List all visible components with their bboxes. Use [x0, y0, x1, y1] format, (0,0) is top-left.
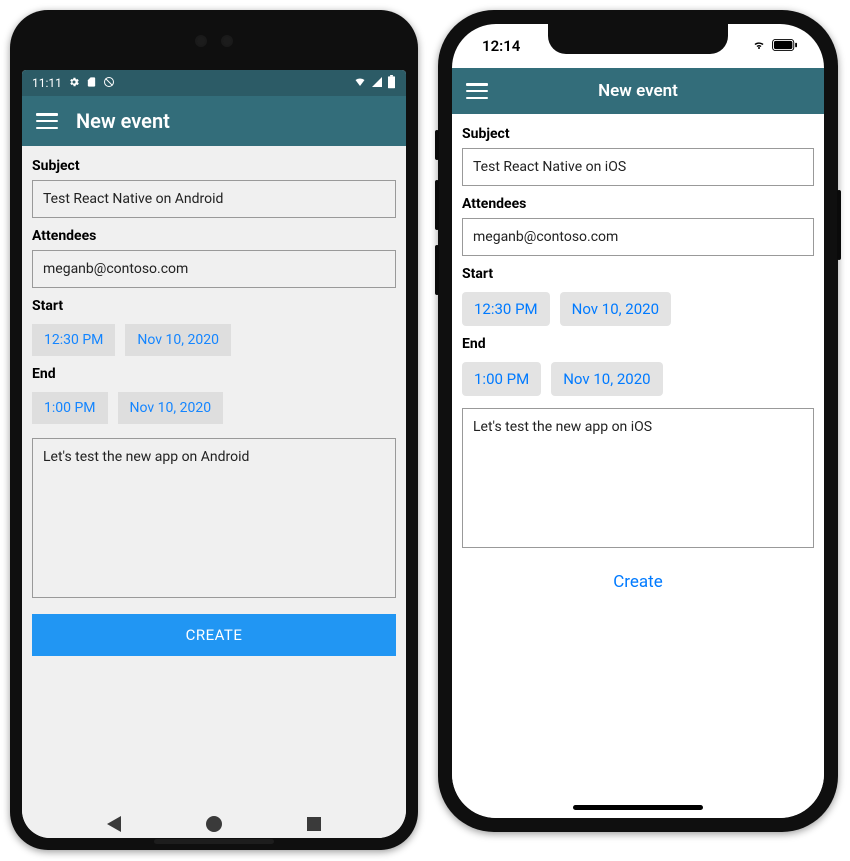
back-icon[interactable] — [107, 816, 121, 832]
start-time-picker[interactable]: 12:30 PM — [462, 292, 550, 326]
ios-title-bar: New event — [452, 68, 824, 114]
end-date-picker[interactable]: Nov 10, 2020 — [118, 392, 224, 424]
cellular-icon — [371, 76, 383, 91]
ios-screen: 12:14 New event Subject Test React Nativ… — [452, 24, 824, 818]
end-time-picker[interactable]: 1:00 PM — [32, 392, 108, 424]
end-time-picker[interactable]: 1:00 PM — [462, 362, 541, 396]
android-screen: 11:11 — [22, 70, 406, 838]
end-label: End — [32, 366, 396, 382]
attendees-label: Attendees — [32, 228, 396, 244]
start-time-picker[interactable]: 12:30 PM — [32, 324, 115, 356]
android-form: Subject Test React Native on Android Att… — [22, 146, 406, 838]
notes-input[interactable]: Let's test the new app on iOS — [462, 408, 814, 548]
ios-form: Subject Test React Native on iOS Attende… — [452, 114, 824, 818]
start-label: Start — [462, 266, 814, 282]
sd-card-icon — [86, 76, 97, 91]
notes-input[interactable]: Let's test the new app on Android — [32, 438, 396, 598]
android-gesture-bar — [154, 839, 274, 844]
ios-home-indicator — [573, 805, 703, 810]
subject-label: Subject — [32, 158, 396, 174]
gear-icon — [68, 76, 80, 91]
start-label: Start — [32, 298, 396, 314]
menu-icon[interactable] — [466, 83, 488, 99]
battery-icon — [772, 37, 798, 55]
android-status-bar: 11:11 — [22, 70, 406, 96]
menu-icon[interactable] — [36, 113, 58, 129]
subject-input[interactable]: Test React Native on Android — [32, 180, 396, 218]
ios-phone-frame: 12:14 New event Subject Test React Nativ… — [438, 10, 838, 832]
android-speaker — [195, 35, 233, 47]
recents-icon[interactable] — [307, 817, 321, 831]
end-date-picker[interactable]: Nov 10, 2020 — [551, 362, 662, 396]
battery-icon — [387, 75, 396, 92]
status-time: 12:14 — [482, 37, 520, 55]
ios-notch — [548, 24, 728, 54]
do-not-disturb-icon — [103, 76, 115, 91]
attendees-label: Attendees — [462, 196, 814, 212]
android-phone-frame: 11:11 — [10, 10, 418, 850]
create-button[interactable]: Create — [462, 572, 814, 592]
status-time: 11:11 — [32, 76, 62, 90]
end-label: End — [462, 336, 814, 352]
wifi-icon — [751, 37, 767, 55]
attendees-input[interactable]: meganb@contoso.com — [32, 250, 396, 288]
create-button[interactable]: CREATE — [32, 614, 396, 656]
subject-input[interactable]: Test React Native on iOS — [462, 148, 814, 186]
page-title: New event — [76, 109, 170, 133]
page-title: New event — [598, 81, 678, 101]
home-icon[interactable] — [206, 816, 222, 832]
wifi-icon — [353, 76, 367, 91]
attendees-input[interactable]: meganb@contoso.com — [462, 218, 814, 256]
start-date-picker[interactable]: Nov 10, 2020 — [560, 292, 671, 326]
android-title-bar: New event — [22, 96, 406, 146]
start-date-picker[interactable]: Nov 10, 2020 — [125, 324, 231, 356]
subject-label: Subject — [462, 126, 814, 142]
android-nav-bar — [64, 816, 364, 832]
